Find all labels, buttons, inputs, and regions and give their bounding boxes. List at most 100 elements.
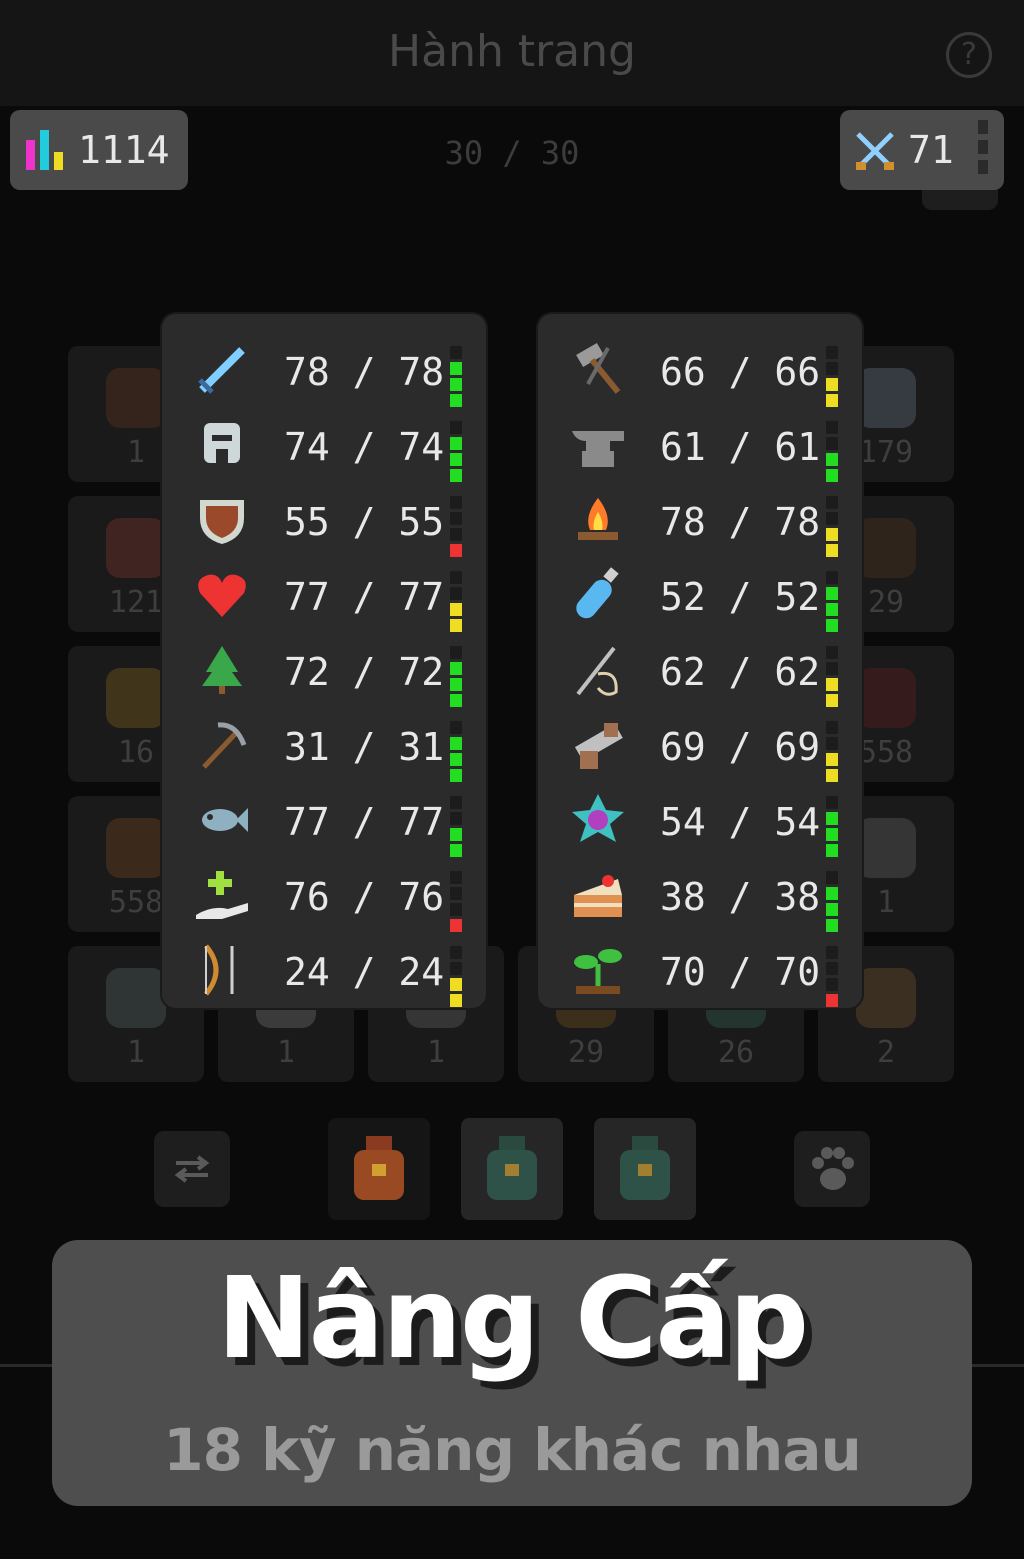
sprout-icon (568, 940, 628, 1000)
skill-progress-meter (826, 496, 838, 558)
swap-button[interactable] (154, 1131, 230, 1207)
skill-row[interactable]: 70 / 70 (538, 930, 862, 1007)
raw-meat-icon (106, 518, 166, 578)
item-count: 1 (426, 1035, 446, 1070)
skill-level-text: 62 / 62 (660, 650, 821, 694)
paw-icon (812, 1147, 854, 1190)
bag-slot-3[interactable] (594, 1118, 696, 1220)
shield-icon (192, 490, 252, 550)
skill-progress-meter (826, 871, 838, 933)
hide-icon (106, 818, 166, 878)
skill-level-text: 77 / 77 (284, 800, 445, 844)
hammer-icon (568, 340, 628, 400)
bag-icon (487, 1136, 537, 1200)
bag-icon (354, 1136, 404, 1200)
chest-armor-icon (856, 818, 916, 878)
promo-banner: Nâng Cấp 18 kỹ năng khác nhau (52, 1240, 972, 1506)
skill-progress-meter (826, 346, 838, 408)
helmet-icon (106, 968, 166, 1028)
skill-row[interactable]: 38 / 38 (538, 855, 862, 933)
skill-level-text: 38 / 38 (660, 875, 821, 919)
item-count: 1 (276, 1035, 296, 1070)
skill-progress-meter (826, 646, 838, 708)
combat-level-value: 71 (908, 128, 954, 172)
skill-row[interactable]: 66 / 66 (538, 330, 862, 408)
anvil-icon (568, 415, 628, 475)
cake-icon (568, 865, 628, 925)
combat-level-meter (978, 120, 988, 180)
potion-icon (568, 565, 628, 625)
page-title: Hành trang (388, 26, 636, 77)
bow-icon (192, 940, 252, 1000)
skill-level-text: 78 / 78 (660, 500, 821, 544)
skill-progress-meter (826, 796, 838, 858)
bag-slot-2[interactable] (461, 1118, 563, 1220)
skill-row[interactable]: 77 / 77 (162, 780, 486, 858)
skill-progress-meter (826, 421, 838, 483)
heart-icon (192, 565, 252, 625)
help-icon[interactable]: ? (946, 32, 992, 78)
skill-row[interactable]: 31 / 31 (162, 705, 486, 783)
bag-slot-1[interactable] (328, 1118, 430, 1220)
pants-icon (856, 668, 916, 728)
skill-row[interactable]: 78 / 78 (162, 330, 486, 408)
skill-level-text: 72 / 72 (284, 650, 445, 694)
skill-row[interactable]: 69 / 69 (538, 705, 862, 783)
skill-progress-meter (450, 796, 462, 858)
shield-icon (106, 668, 166, 728)
skill-row[interactable]: 61 / 61 (538, 405, 862, 483)
sword-icon (192, 340, 252, 400)
skill-progress-meter (826, 721, 838, 783)
skill-progress-meter (450, 946, 462, 1008)
plank-icon (856, 968, 916, 1028)
skill-progress-meter (450, 721, 462, 783)
skill-level-text: 31 / 31 (284, 725, 445, 769)
swap-arrows-icon (174, 1155, 210, 1183)
skills-panel-right: 66 / 66 61 / 61 78 / 78 52 / 52 62 / 62 69 / … (538, 314, 862, 1008)
item-count: 2 (876, 1035, 896, 1070)
skill-level-text: 54 / 54 (660, 800, 821, 844)
skill-progress-meter (450, 871, 462, 933)
bag-icon (620, 1136, 670, 1200)
skill-level-text: 70 / 70 (660, 950, 821, 994)
divider-right (972, 1364, 1024, 1367)
skill-progress-meter (450, 421, 462, 483)
skill-row[interactable]: 72 / 72 (162, 630, 486, 708)
skill-row[interactable]: 78 / 78 (538, 480, 862, 558)
skill-row[interactable]: 54 / 54 (538, 780, 862, 858)
gem-icon (568, 790, 628, 850)
item-count: 1 (126, 1035, 146, 1070)
divider-left (0, 1364, 54, 1367)
helmet-icon (192, 415, 252, 475)
tree-icon (192, 640, 252, 700)
pet-button[interactable] (794, 1131, 870, 1207)
skill-row[interactable]: 77 / 77 (162, 555, 486, 633)
skill-row[interactable]: 62 / 62 (538, 630, 862, 708)
skill-level-text: 55 / 55 (284, 500, 445, 544)
skill-level-text: 69 / 69 (660, 725, 821, 769)
skill-progress-meter (450, 346, 462, 408)
fish-icon (192, 790, 252, 850)
skill-progress-meter (826, 571, 838, 633)
combat-level-badge[interactable]: 71 (840, 110, 1004, 190)
skill-row[interactable]: 24 / 24 (162, 930, 486, 1008)
item-count: 26 (717, 1035, 755, 1070)
skill-level-text: 78 / 78 (284, 350, 445, 394)
skill-progress-meter (450, 646, 462, 708)
skill-level-text: 61 / 61 (660, 425, 821, 469)
boots-icon (856, 518, 916, 578)
skill-level-text: 24 / 24 (284, 950, 445, 994)
skill-level-text: 77 / 77 (284, 575, 445, 619)
skill-row[interactable]: 52 / 52 (538, 555, 862, 633)
crossed-swords-icon (856, 132, 894, 170)
item-count: 29 (567, 1035, 605, 1070)
skill-row[interactable]: 74 / 74 (162, 405, 486, 483)
promo-title: Nâng Cấp (216, 1254, 809, 1384)
skill-level-text: 52 / 52 (660, 575, 821, 619)
fish-icon (856, 368, 916, 428)
skill-row[interactable]: 55 / 55 (162, 480, 486, 557)
heal-hand-icon (192, 865, 252, 925)
skill-progress-meter (450, 571, 462, 633)
skill-row[interactable]: 76 / 76 (162, 855, 486, 933)
header-bar: Hành trang ? (0, 0, 1024, 106)
